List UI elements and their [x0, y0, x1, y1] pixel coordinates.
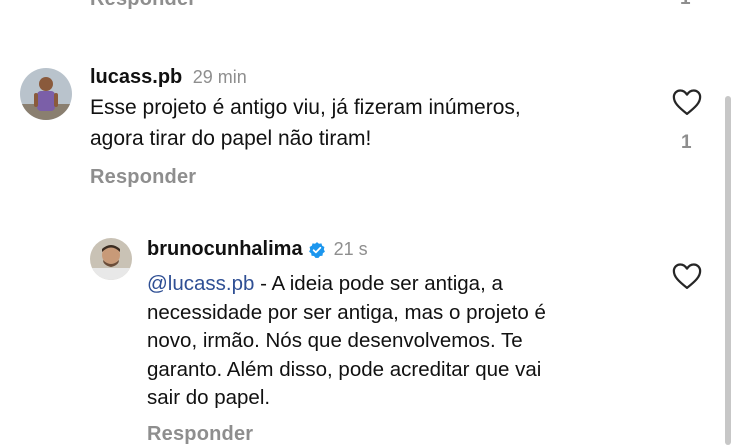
heart-icon: [672, 89, 702, 115]
reply-text-segment: - A ideia pode ser antiga, a: [254, 272, 503, 295]
comment-username[interactable]: lucass.pb: [90, 66, 182, 88]
reply-text-line: @lucass.pb - A ideia pode ser antiga, a: [147, 270, 667, 299]
avatar-photo: [20, 68, 72, 120]
mention-link[interactable]: @lucass.pb: [147, 272, 254, 295]
reply-text-line: necessidade por ser antiga, mas o projet…: [147, 300, 546, 324]
reply-timestamp: 21 s: [333, 239, 368, 259]
reply-button-reply[interactable]: Responder: [147, 423, 253, 446]
comment-text: Esse projeto é antigo viu, já fizeram in…: [90, 92, 650, 154]
like-button-reply[interactable]: [672, 262, 702, 295]
comment-header: lucass.pb 29 min: [90, 66, 247, 89]
avatar-lucass[interactable]: [20, 68, 72, 120]
like-count-previous: 1: [680, 0, 691, 10]
comment-timestamp: 29 min: [192, 67, 247, 87]
verified-badge-icon: [308, 241, 325, 258]
reply-text-line: novo, irmão. Nós que desenvolvemos. Te: [147, 329, 523, 352]
scrollbar[interactable]: [725, 96, 731, 445]
reply-username[interactable]: brunocunhalima: [147, 238, 303, 261]
reply-text-line: sair do papel.: [147, 386, 271, 409]
comment-text-line: Esse projeto é antigo viu, já fizeram in…: [90, 96, 521, 119]
reply-text-line: garanto. Além disso, pode acreditar que …: [147, 357, 542, 381]
reply-button-comment[interactable]: Responder: [90, 166, 196, 189]
avatar-photo: [90, 238, 132, 280]
like-button-comment[interactable]: [672, 88, 702, 121]
reply-header: brunocunhalima 21 s: [147, 238, 368, 261]
like-count-comment: 1: [681, 132, 692, 153]
reply-text: @lucass.pb - A ideia pode ser antiga, a …: [147, 270, 667, 413]
reply-button-previous[interactable]: Responder: [90, 0, 196, 11]
comment-text-line: agora tirar do papel não tiram!: [90, 127, 372, 150]
avatar-brunocunhalima[interactable]: [90, 238, 132, 280]
heart-icon: [672, 263, 702, 289]
